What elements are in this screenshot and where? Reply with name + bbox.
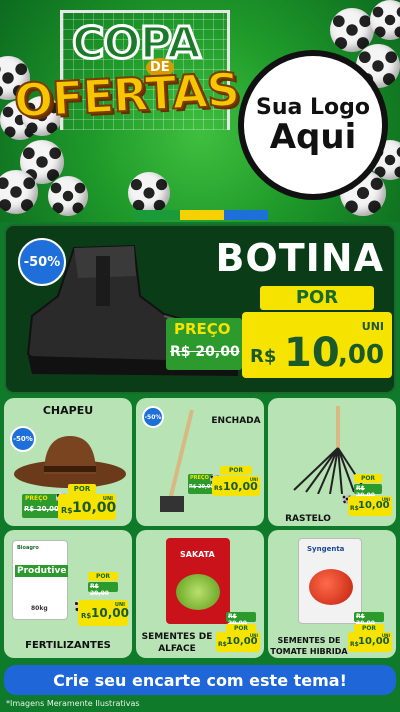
price: 10,00 (358, 636, 390, 647)
pack-brand: Syngenta (307, 545, 345, 553)
por-label: POR (220, 466, 252, 475)
preco-label: PREÇO (190, 475, 209, 481)
price-box: UNI R$ 10,00 (348, 496, 392, 516)
por-label: POR (88, 572, 118, 581)
card-title-line1: SEMENTES DE (277, 636, 341, 645)
hero-old-price-box: PREÇO R$ 20,00 (166, 318, 242, 370)
hero-preco-label: PREÇO (174, 320, 231, 338)
disclaimer-text: *Imagens Meramente Ilustrativas (6, 699, 140, 708)
card-title: RASTELO (285, 514, 331, 524)
seed-pack-image: SAKATA (166, 538, 230, 624)
product-card-enchada[interactable]: -50% ENCHADA PREÇO R$ 20,00 POR UNI R$ 1… (136, 398, 264, 526)
price-box: UNI R$ 10,00 (58, 494, 116, 520)
product-card-rastelo[interactable]: POR R$ 20,00 UNI R$ 10,00 RASTELO (268, 398, 396, 526)
card-title-line1: SEMENTES DE (141, 632, 213, 642)
logo-text-line2: Aqui (269, 116, 357, 157)
currency: R$ (81, 612, 92, 620)
price: 10,00 (223, 480, 258, 493)
card-title-line2: ALFACE (158, 644, 196, 654)
old-price-box: R$ 20,00 (226, 612, 256, 627)
hat-image (14, 436, 126, 488)
hero-old-price: R$ 20,00 (170, 344, 240, 360)
price: 10,00 (226, 636, 258, 647)
old-price-box: R$ 20,00 (354, 484, 382, 499)
product-card-fertilizantes[interactable]: Bioagro Produtive 80kg POR R$ 20,00 UNI … (4, 530, 132, 658)
old-price: R$ 20,00 (24, 505, 59, 513)
preco-label: PREÇO (25, 495, 48, 502)
bag-text: Produtive (15, 565, 69, 577)
header-banner: COPA DE OFERTAS Sua Logo Aqui (0, 0, 400, 222)
por-label: POR (68, 484, 96, 494)
product-card-tomate[interactable]: Syngenta R$ 20,00 POR UNI R$ 10,00 SEMEN… (268, 530, 396, 658)
soccer-ball-icon (48, 176, 88, 216)
fertilizer-bag-image: Bioagro Produtive 80kg (12, 540, 69, 620)
currency: R$ (214, 485, 223, 492)
price: 10,00 (91, 606, 129, 620)
hero-price-int: 10 (284, 330, 340, 376)
soccer-ball-icon (370, 0, 400, 40)
lettuce-image (176, 574, 220, 610)
pack-brand: SAKATA (180, 550, 215, 559)
seed-pack-image: Syngenta (298, 538, 362, 624)
stripe-blue (224, 210, 268, 220)
card-title: FERTILIZANTES (25, 640, 111, 651)
price: 10,00 (358, 500, 390, 511)
hero-product-card[interactable]: -50% BOTINA POR PREÇO R$ 20,00 UNI R$ 10… (4, 224, 396, 394)
old-price-box: R$ 20,00 (88, 582, 118, 597)
card-title-line2: TOMATE HIBRIDA (270, 647, 348, 656)
product-card-alface[interactable]: SAKATA R$ 20,00 POR UNI R$ 10,00 SEMENTE… (136, 530, 264, 658)
price-box: UNI R$ 10,00 (348, 632, 392, 652)
price-box: UNI R$ 10,00 (212, 476, 260, 496)
logo-placeholder: Sua Logo Aqui (238, 50, 388, 200)
hero-price-cents: ,00 (338, 340, 385, 370)
bag-weight: 80kg (31, 605, 48, 612)
card-title: CHAPEU (42, 404, 94, 417)
old-price-box: R$ 20,00 (354, 612, 384, 627)
old-price: R$ 20,00 (189, 484, 214, 490)
por-label: POR (354, 474, 382, 483)
bag-brand: Bioagro (17, 545, 39, 551)
price-box: UNI R$ 10,00 (216, 632, 260, 652)
tomato-image (309, 569, 353, 605)
product-card-chapeu[interactable]: CHAPEU -50% PREÇO R$ 20,00 POR UNI R$ 10… (4, 398, 132, 526)
stripe-yellow (180, 210, 224, 220)
create-flyer-button[interactable]: Crie seu encarte com este tema! (4, 665, 396, 695)
logo-text-line1: Sua Logo (255, 94, 370, 120)
old-price-box: PREÇO R$ 20,00 (22, 494, 60, 518)
soccer-ball-icon (0, 170, 38, 214)
stripe-green (134, 210, 180, 220)
hero-uni-label: UNI (361, 320, 384, 333)
title-copa: COPA (71, 17, 203, 71)
hero-por-label: POR (260, 286, 374, 310)
currency: R$ (61, 506, 73, 515)
soccer-ball-icon (128, 172, 170, 214)
hero-price-box: UNI R$ 10 ,00 (242, 312, 392, 378)
price: 10,00 (72, 500, 117, 516)
hoe-image (160, 409, 194, 512)
hero-currency: R$ (250, 346, 277, 367)
price-box: UNI R$ 10,00 (78, 600, 129, 626)
old-price: R$ 20,00 (90, 583, 109, 597)
